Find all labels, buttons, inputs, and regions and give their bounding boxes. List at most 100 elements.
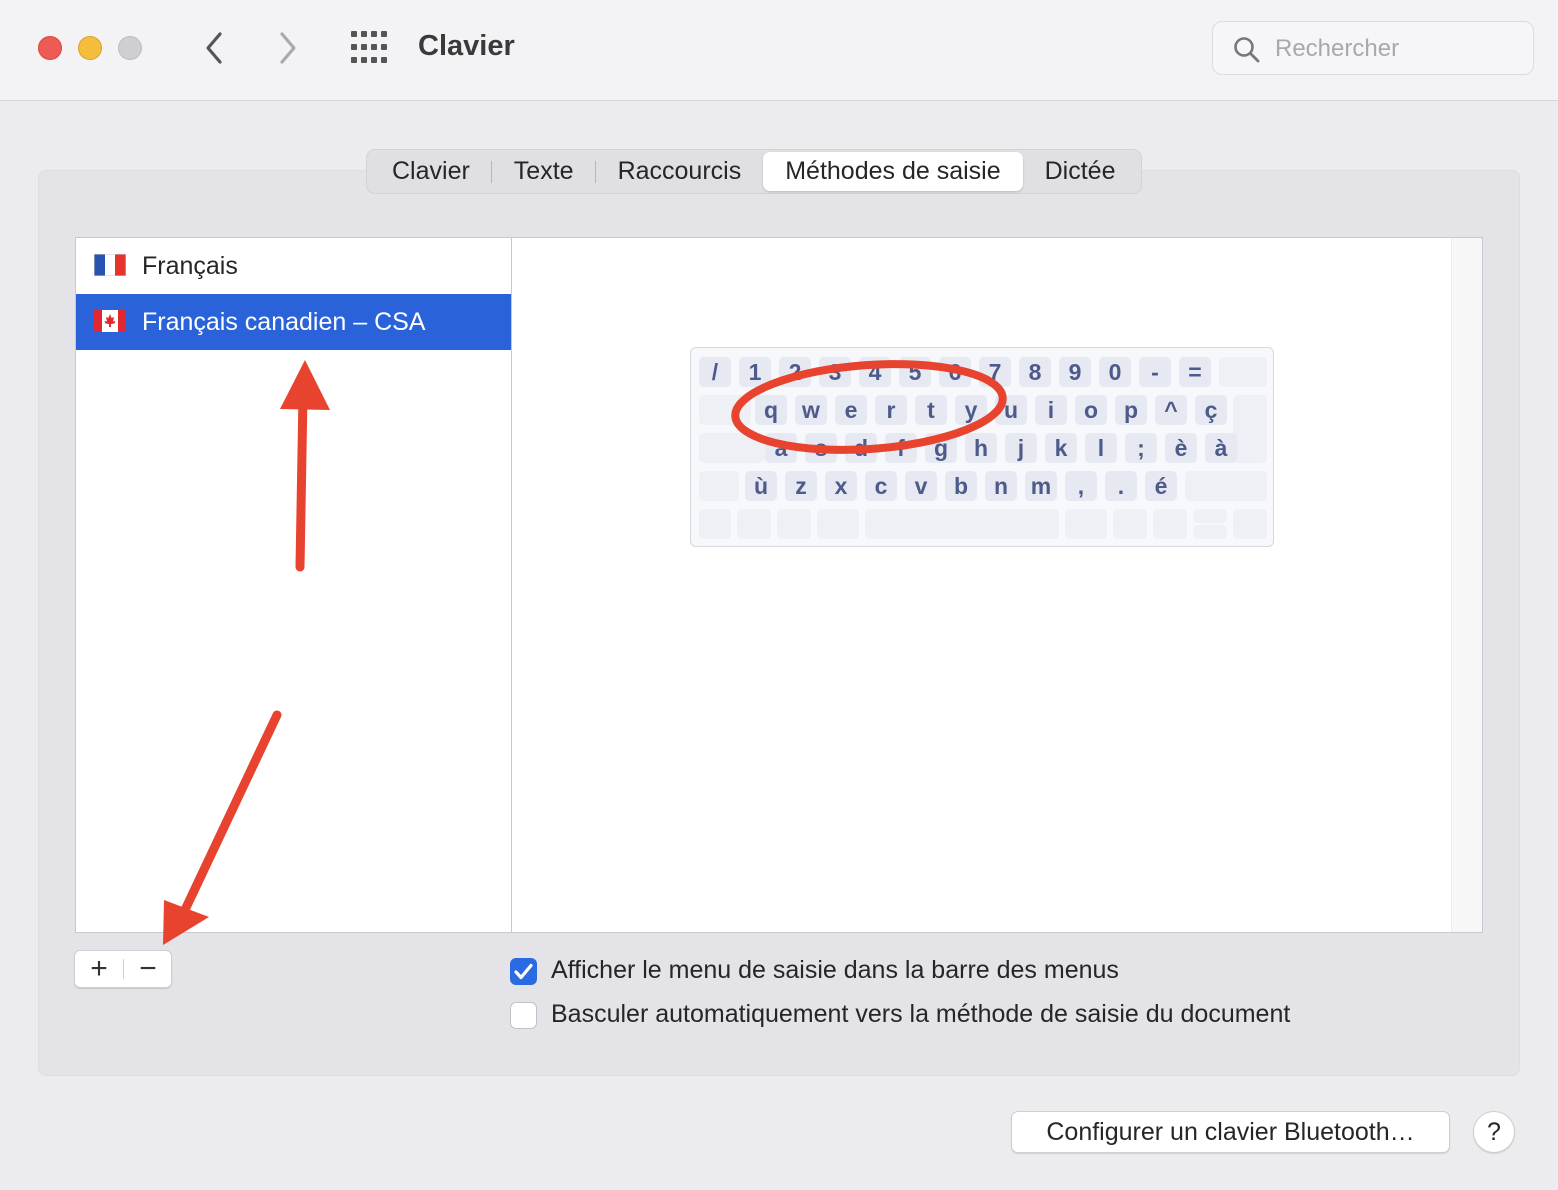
key: z bbox=[785, 471, 817, 501]
list-item-francais[interactable]: Français bbox=[76, 238, 511, 294]
canada-flag-icon bbox=[94, 310, 126, 332]
key: = bbox=[1179, 357, 1211, 387]
close-window-button[interactable] bbox=[38, 36, 62, 60]
key: 4 bbox=[859, 357, 891, 387]
key: é bbox=[1145, 471, 1177, 501]
show-input-menu-checkbox[interactable] bbox=[510, 958, 537, 985]
key: y bbox=[955, 395, 987, 425]
key: 6 bbox=[939, 357, 971, 387]
show-input-menu-label: Afficher le menu de saisie dans la barre… bbox=[551, 956, 1119, 984]
key: à bbox=[1205, 433, 1237, 463]
key-return bbox=[1233, 395, 1267, 463]
key-right-shift bbox=[1185, 471, 1267, 501]
minimize-window-button[interactable] bbox=[78, 36, 102, 60]
auto-switch-checkbox[interactable] bbox=[510, 1002, 537, 1029]
title-bar: Clavier bbox=[0, 0, 1558, 101]
tab-bar: Clavier Texte Raccourcis Méthodes de sai… bbox=[366, 149, 1142, 194]
tab-raccourcis[interactable]: Raccourcis bbox=[596, 152, 764, 191]
help-button[interactable]: ? bbox=[1473, 1111, 1515, 1153]
key: x bbox=[825, 471, 857, 501]
key: v bbox=[905, 471, 937, 501]
key: f bbox=[885, 433, 917, 463]
key: n bbox=[985, 471, 1017, 501]
key-caps-lock bbox=[699, 433, 765, 463]
key: ^ bbox=[1155, 395, 1187, 425]
tab-dictee[interactable]: Dictée bbox=[1023, 152, 1138, 191]
key: w bbox=[795, 395, 827, 425]
key: 0 bbox=[1099, 357, 1131, 387]
list-item-francais-canadien-csa[interactable]: Français canadien – CSA bbox=[76, 294, 511, 350]
key: j bbox=[1005, 433, 1037, 463]
key-fn bbox=[699, 509, 731, 539]
key: 2 bbox=[779, 357, 811, 387]
key-control bbox=[737, 509, 771, 539]
tab-clavier[interactable]: Clavier bbox=[370, 152, 492, 191]
key: q bbox=[755, 395, 787, 425]
key-arrow-down bbox=[1193, 525, 1227, 539]
add-input-source-button[interactable]: + bbox=[75, 951, 123, 987]
key: , bbox=[1065, 471, 1097, 501]
key: l bbox=[1085, 433, 1117, 463]
search-icon bbox=[1234, 37, 1260, 63]
auto-switch-label: Basculer automatiquement vers la méthode… bbox=[551, 1000, 1291, 1028]
tab-methodes-de-saisie[interactable]: Méthodes de saisie bbox=[763, 152, 1023, 191]
key: s bbox=[805, 433, 837, 463]
list-item-label: Français bbox=[142, 252, 238, 280]
key: c bbox=[865, 471, 897, 501]
show-all-grid-icon[interactable] bbox=[350, 30, 388, 64]
forward-button[interactable] bbox=[268, 28, 308, 68]
key-delete bbox=[1219, 357, 1267, 387]
key: 7 bbox=[979, 357, 1011, 387]
key: 1 bbox=[739, 357, 771, 387]
key: ; bbox=[1125, 433, 1157, 463]
search-field[interactable] bbox=[1212, 21, 1534, 75]
key-left-shift bbox=[699, 471, 739, 501]
checkmark-icon bbox=[514, 963, 533, 980]
key: 5 bbox=[899, 357, 931, 387]
window-title: Clavier bbox=[418, 30, 515, 62]
setup-bluetooth-keyboard-button[interactable]: Configurer un clavier Bluetooth… bbox=[1011, 1111, 1450, 1153]
back-button[interactable] bbox=[194, 28, 234, 68]
key: - bbox=[1139, 357, 1171, 387]
search-input[interactable] bbox=[1273, 32, 1517, 66]
key: 9 bbox=[1059, 357, 1091, 387]
preview-scrollbar[interactable] bbox=[1451, 238, 1482, 932]
chevron-right-icon bbox=[280, 32, 296, 64]
key: o bbox=[1075, 395, 1107, 425]
list-item-label: Français canadien – CSA bbox=[142, 308, 426, 336]
tab-texte[interactable]: Texte bbox=[492, 152, 596, 191]
key: 8 bbox=[1019, 357, 1051, 387]
input-source-list[interactable]: Français Français canadien – CSA bbox=[75, 237, 511, 933]
key-tab bbox=[699, 395, 751, 425]
key-arrow-left bbox=[1153, 509, 1187, 539]
zoom-window-button[interactable] bbox=[118, 36, 142, 60]
key: m bbox=[1025, 471, 1057, 501]
key: 3 bbox=[819, 357, 851, 387]
key: g bbox=[925, 433, 957, 463]
key-arrow-up bbox=[1193, 509, 1227, 523]
key-command bbox=[817, 509, 859, 539]
keyboard-layout-preview: / 1 2 3 4 5 6 7 8 9 0 - = q w e r t y u … bbox=[690, 347, 1274, 547]
key: u bbox=[995, 395, 1027, 425]
chevron-left-icon bbox=[206, 32, 222, 64]
key: i bbox=[1035, 395, 1067, 425]
key: h bbox=[965, 433, 997, 463]
key: e bbox=[835, 395, 867, 425]
key: a bbox=[765, 433, 797, 463]
key: d bbox=[845, 433, 877, 463]
key: r bbox=[875, 395, 907, 425]
key: . bbox=[1105, 471, 1137, 501]
remove-input-source-button[interactable]: − bbox=[124, 951, 172, 987]
france-flag-icon bbox=[94, 254, 126, 276]
key-arrow-right bbox=[1233, 509, 1267, 539]
key: b bbox=[945, 471, 977, 501]
key: k bbox=[1045, 433, 1077, 463]
key: / bbox=[699, 357, 731, 387]
key: ù bbox=[745, 471, 777, 501]
key: p bbox=[1115, 395, 1147, 425]
key-right-command bbox=[1065, 509, 1107, 539]
key: ç bbox=[1195, 395, 1227, 425]
add-remove-control: + − bbox=[74, 950, 172, 988]
key-option bbox=[777, 509, 811, 539]
key: t bbox=[915, 395, 947, 425]
